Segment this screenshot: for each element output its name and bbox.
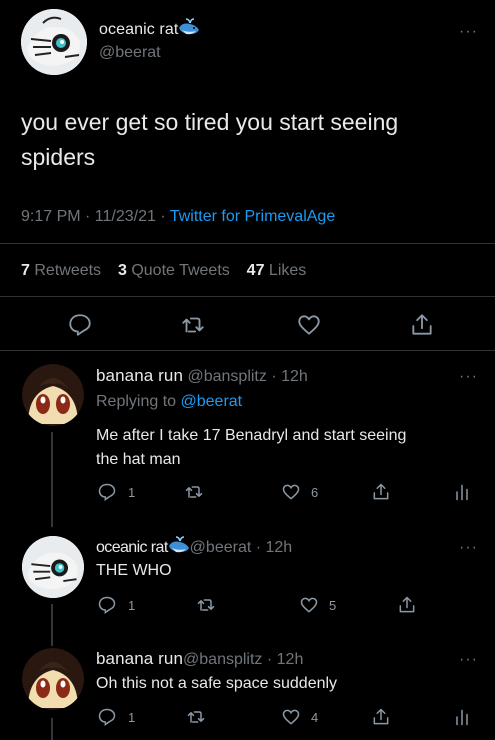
analytics-icon[interactable]: [452, 707, 472, 727]
more-options-icon[interactable]: ···: [459, 540, 478, 556]
reply-avatar[interactable]: [22, 536, 84, 598]
divider: [0, 350, 495, 351]
more-options-icon[interactable]: ···: [459, 652, 478, 668]
reply-icon[interactable]: [97, 482, 117, 502]
reply-text-line-1: Oh this not a safe space suddenly: [96, 675, 338, 692]
like-icon[interactable]: [281, 482, 301, 502]
likes-stat[interactable]: 47 Likes: [247, 262, 307, 279]
retweets-stat[interactable]: 7 Retweets: [21, 262, 101, 279]
reply-count: 1: [128, 485, 136, 500]
main-tweet-avatar[interactable]: [21, 9, 87, 75]
whale-emoji-icon: [168, 536, 190, 559]
reply-text-line-1: THE WHO: [96, 562, 172, 579]
tweet-meta: 9:17 PM · 11/23/21 · Twitter for Primeva…: [21, 208, 335, 226]
like-icon[interactable]: [299, 595, 319, 615]
share-icon[interactable]: [371, 482, 391, 502]
reply-header: banana run@bansplitz · 12h: [96, 649, 303, 669]
author-name[interactable]: oceanic rat: [99, 21, 178, 38]
like-icon[interactable]: [281, 707, 301, 727]
reply-header: oceanic rat @beerat · 12h: [96, 536, 292, 559]
share-icon[interactable]: [371, 707, 391, 727]
thread-connector: [51, 432, 53, 527]
reply-text-line-1: Me after I take 17 Benadryl and start se…: [96, 427, 407, 444]
author-handle[interactable]: @beerat: [99, 44, 161, 62]
reply-count: 1: [128, 710, 136, 725]
like-count: 4: [311, 710, 319, 725]
share-icon[interactable]: [397, 595, 417, 615]
reply-author-name[interactable]: banana run: [96, 366, 183, 385]
reply-icon[interactable]: [97, 707, 117, 727]
tweet-source-link[interactable]: Twitter for PrimevalAge: [170, 208, 335, 225]
reply-count: 1: [128, 598, 136, 613]
reply-author-handle[interactable]: @bansplitz · 12h: [183, 651, 303, 668]
replying-to: Replying to @beerat: [96, 393, 243, 410]
reply-author-name[interactable]: oceanic rat: [96, 539, 168, 556]
reply-author-handle[interactable]: @bansplitz · 12h: [187, 368, 307, 385]
like-icon[interactable]: [296, 312, 322, 338]
reply-author-name[interactable]: banana run: [96, 649, 183, 668]
replying-to-handle[interactable]: @beerat: [181, 393, 243, 410]
tweet-stats: 7 Retweets 3 Quote Tweets 47 Likes: [21, 262, 306, 280]
divider: [0, 243, 495, 244]
retweet-icon[interactable]: [196, 595, 216, 615]
analytics-icon[interactable]: [452, 482, 472, 502]
retweet-icon[interactable]: [186, 707, 206, 727]
reply-avatar[interactable]: [22, 648, 84, 710]
reply-icon[interactable]: [67, 312, 93, 338]
thread-connector: [51, 604, 53, 646]
reply-icon[interactable]: [97, 595, 117, 615]
retweet-icon[interactable]: [184, 482, 204, 502]
tweet-timestamp[interactable]: 9:17 PM · 11/23/21 ·: [21, 208, 170, 225]
reply-avatar[interactable]: [22, 364, 84, 426]
like-count: 5: [329, 598, 337, 613]
tweet-text-line-2: spiders: [21, 144, 96, 170]
thread-connector: [51, 718, 53, 740]
more-options-icon[interactable]: ···: [459, 24, 478, 40]
reply-text-line-2: the hat man: [96, 451, 181, 468]
reply-header: banana run @bansplitz · 12h: [96, 366, 308, 386]
quote-tweets-stat[interactable]: 3 Quote Tweets: [118, 262, 230, 279]
retweet-icon[interactable]: [180, 312, 206, 338]
main-tweet-author[interactable]: oceanic rat: [99, 18, 200, 41]
share-icon[interactable]: [409, 312, 435, 338]
more-options-icon[interactable]: ···: [459, 369, 478, 385]
whale-emoji-icon: [178, 18, 200, 41]
reply-author-handle[interactable]: @beerat · 12h: [190, 539, 293, 556]
divider: [0, 296, 495, 297]
like-count: 6: [311, 485, 319, 500]
tweet-text-line-1: you ever get so tired you start seeing: [21, 109, 399, 135]
